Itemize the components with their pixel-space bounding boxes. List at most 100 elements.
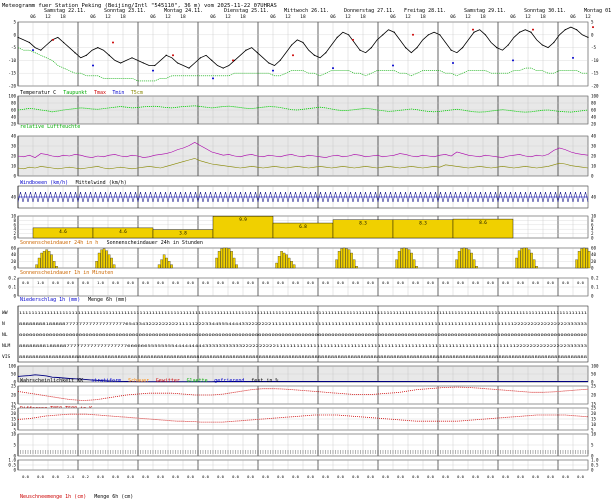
snowfall-amount: 0.0: [37, 474, 45, 479]
data-point: [108, 54, 110, 56]
sunshine-hour-bar: [160, 259, 163, 269]
sunshine-hour-bar: [517, 250, 521, 269]
sunshine-hour-bar: [37, 257, 41, 269]
data-point: [313, 54, 315, 56]
data-point: [222, 67, 224, 69]
y-tick-label-left: 20: [11, 259, 17, 264]
data-point: [177, 62, 179, 64]
sunshine-hour-bar: [535, 266, 538, 269]
snowfall-amount: 0.0: [532, 474, 540, 479]
day-label: Mittwoch 26.11.: [284, 8, 329, 14]
data-point: [519, 31, 521, 33]
legend-label: Neuschneemenge 1h (cm): [20, 494, 86, 500]
legend-label: Temperatur C: [20, 90, 56, 96]
precip-amount: 0.0: [52, 280, 60, 285]
code-row-values: 8888888818888877777777777777777765433432…: [19, 322, 587, 326]
snowfall-amount: 0.0: [322, 474, 330, 479]
sunshine-hour-bar: [475, 266, 478, 269]
sunshine-hour-bar: [412, 259, 416, 269]
sunshine-bar-label: 8.3: [359, 221, 367, 226]
data-point: [416, 47, 418, 49]
y-tick-label: 25: [591, 406, 597, 411]
sunshine-hour-bar: [345, 248, 348, 269]
hour-tick-label: 06: [90, 14, 96, 20]
precip-amount: 0.0: [127, 280, 135, 285]
snowfall-amount: 0.0: [397, 474, 405, 479]
sunshine-hour-bar: [165, 257, 168, 269]
hour-tick-label: 18: [420, 14, 426, 20]
hour-tick-label: 12: [285, 14, 291, 20]
legend-label: T5cm: [131, 90, 143, 96]
y-tick-label: 40: [591, 134, 597, 139]
snowfall-amount: 0.0: [187, 474, 195, 479]
sunshine-hour-bar: [395, 259, 398, 269]
snowfall-amount: 0.0: [112, 474, 120, 479]
snowfall-amount: 0.0: [502, 474, 510, 479]
code-row-label: NLM: [2, 343, 11, 349]
tmax-point: [472, 28, 474, 31]
sunshine-hour-bar: [280, 251, 283, 269]
tmax-point: [292, 54, 294, 57]
sunshine-hour-bar: [340, 248, 343, 269]
sunshine-hour-bar: [335, 259, 338, 269]
data-point: [165, 54, 167, 56]
data-point: [382, 34, 384, 36]
meteogram: Meteogramm fuer Station Peking (Beijing/…: [0, 0, 612, 504]
sunshine-hour-bar: [465, 248, 468, 269]
data-point: [131, 57, 133, 59]
tmin-point: [392, 64, 394, 67]
hour-tick-label: 18: [60, 14, 66, 20]
y-tick-label-left: 30: [11, 144, 17, 149]
legend-label: Menge 6h (cm): [94, 494, 133, 500]
sunshine-hour-bar: [47, 251, 51, 269]
code-row-values: 8888888888888888888888888888888888888888…: [19, 355, 587, 359]
snowfall-amount: 0.0: [217, 474, 225, 479]
data-point: [85, 54, 87, 56]
snowfall-amount: 0.0: [577, 474, 585, 479]
data-point: [564, 29, 566, 31]
tmin-point: [272, 69, 274, 72]
snowfall-amount: 0.0: [142, 474, 150, 479]
sunshine-hour-bar: [532, 259, 536, 269]
sunshine-hour-bar: [342, 247, 346, 269]
snowfall-amount: 0.0: [412, 474, 420, 479]
sunshine-hour-bar: [235, 264, 238, 269]
sunshine-hour-bar: [110, 257, 113, 269]
data-point: [302, 41, 304, 44]
day-label: Dienstag 25.11.: [224, 8, 269, 14]
precip-amount: 0.0: [502, 280, 510, 285]
y-tick-label-left: -5: [11, 45, 17, 50]
precip-amount: 0.0: [292, 280, 300, 285]
chart-layer: Samstag 22.11.06 12 18Sonntag 23.11.06 12 18…: [2, 8, 612, 500]
precip-amount: 0.0: [577, 280, 585, 285]
y-tick-label-left: 0.2: [8, 276, 16, 281]
day-label: Freitag 28.11.: [404, 8, 446, 14]
day-label: Montag 01.12.: [584, 8, 612, 14]
precip-amount: 0.0: [172, 280, 180, 285]
sunshine-hour-bar: [285, 254, 288, 269]
sunshine-hour-bar: [95, 261, 98, 269]
sunshine-hour-bar: [520, 248, 523, 269]
legend-label: Tmin: [112, 90, 124, 96]
precip-amount: 0.0: [547, 280, 555, 285]
hour-tick-label: 12: [345, 14, 351, 20]
hour-tick-label: 12: [45, 14, 51, 20]
data-point: [291, 44, 293, 46]
snowfall-amount: 0.0: [472, 474, 480, 479]
tmin-point: [452, 61, 454, 64]
hour-tick-label: 06: [450, 14, 456, 20]
hour-tick-label: 18: [360, 14, 366, 20]
y-tick-label: 40: [591, 252, 597, 257]
hour-tick-label: 18: [300, 14, 306, 20]
y-tick-label-left: 40: [11, 134, 17, 139]
data-point: [427, 34, 429, 36]
precip-amount: 0.0: [307, 280, 315, 285]
data-point: [359, 49, 361, 51]
precip-amount: 0.0: [157, 280, 165, 285]
sunshine-hour-bar: [522, 247, 526, 269]
data-point: [63, 41, 65, 44]
sunshine-hour-bar: [97, 252, 101, 269]
y-tick-label-left: 50: [11, 372, 17, 377]
y-tick-label-left: 25: [11, 384, 17, 389]
tmax-point: [412, 33, 414, 36]
